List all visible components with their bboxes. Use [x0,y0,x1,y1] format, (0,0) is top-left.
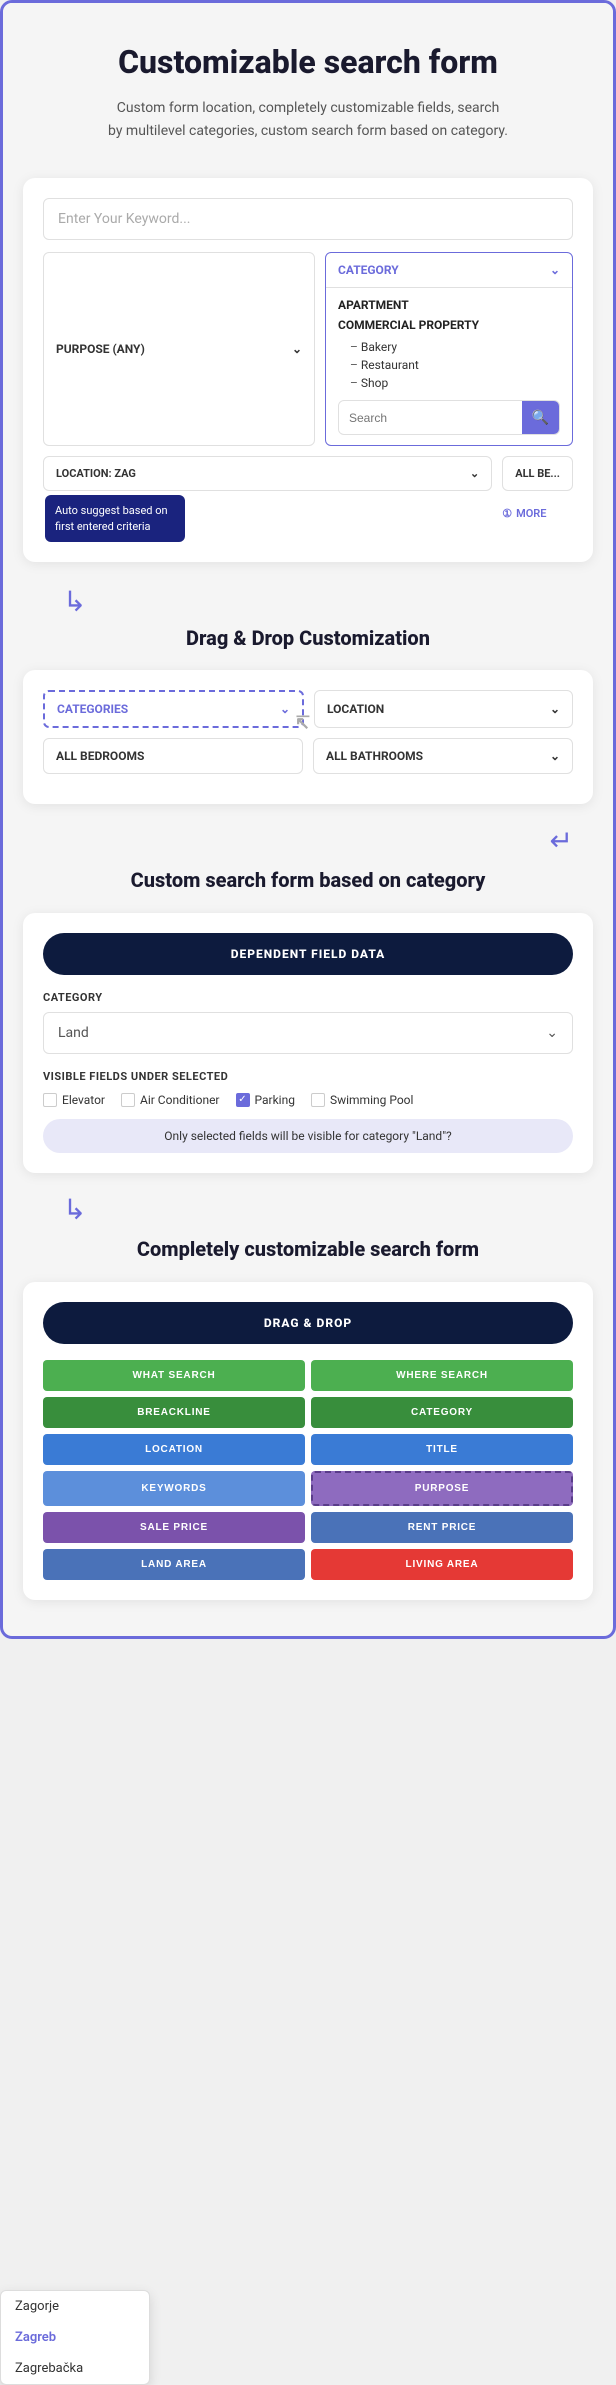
checkbox-row: Elevator Air Conditioner ✓ Parking Swimm… [43,1093,573,1107]
swimming-checkbox-item[interactable]: Swimming Pool [311,1093,413,1107]
arrow-curve-1: ↵ [3,820,613,857]
elevator-checkbox[interactable] [43,1093,57,1107]
all-bedrooms-box[interactable]: ALL BEDROOMS [43,738,303,774]
category-btn[interactable]: CATEGORY [311,1397,573,1428]
category-label: CATEGORY [338,263,399,277]
category-dropdown[interactable]: CATEGORY ⌄ APARTMENT COMMERCIAL PROPERTY… [325,252,573,446]
what-search-btn[interactable]: WHAT SEARCH [43,1360,305,1391]
cursor-icon: ↸ [295,713,310,734]
hero-description: Custom form location, completely customi… [108,97,508,142]
purpose-category-row: PURPOSE (ANY) ⌄ CATEGORY ⌄ APARTMENT COM… [43,252,573,446]
dependent-field-card: DEPENDENT FIELD DATA CATEGORY Land ⌄ VIS… [23,913,593,1173]
all-bathrooms-label: ALL BATHROOMS [326,749,423,763]
aircond-checkbox-item[interactable]: Air Conditioner [121,1093,220,1107]
restaurant-item[interactable]: Restaurant [338,356,560,374]
dependent-field-btn[interactable]: DEPENDENT FIELD DATA [43,933,573,975]
chevron-down-icon-dnd2: ⌄ [550,702,560,716]
elevator-label: Elevator [62,1093,105,1107]
autosuggest-tooltip: Auto suggest based on first entered crit… [45,495,185,542]
parking-label: Parking [255,1093,295,1107]
search-form-card: Enter Your Keyword... PURPOSE (ANY) ⌄ CA… [23,178,593,562]
categories-dashed-box[interactable]: CATEGORIES ⌄ ↸ [43,690,304,728]
section2-title: Custom search form based on category [3,857,613,897]
aircond-label: Air Conditioner [140,1093,220,1107]
circle-icon: ① [502,507,512,520]
section3-title: Completely customizable search form [3,1226,613,1266]
location-select[interactable]: LOCATION: ZAG ⌄ [43,456,492,491]
hero-title: Customizable search form [33,43,583,81]
more-label: MORE [516,507,546,520]
chevron-down-icon-cat: ⌄ [550,263,560,277]
chevron-down-icon-bath: ⌄ [550,749,560,763]
rent-price-btn[interactable]: RENT PRICE [311,1512,573,1543]
category-field-label: CATEGORY [43,991,573,1004]
hero-section: Customizable search form Custom form loc… [3,3,613,162]
drag-drop-grid: WHAT SEARCH WHERE SEARCH BREACKLINE CATE… [43,1360,573,1580]
cc-card: DRAG & DROP WHAT SEARCH WHERE SEARCH BRE… [23,1282,593,1600]
category-dropdown-header: CATEGORY ⌄ [326,253,572,288]
swimming-checkbox[interactable] [311,1093,325,1107]
all-bedrooms-label: ALL BEDROOMS [56,749,144,763]
drag-drop-btn[interactable]: DRAG & DROP [43,1302,573,1344]
page-wrapper: Customizable search form Custom form loc… [0,0,616,1639]
chevron-down-icon-land: ⌄ [546,1025,558,1041]
location-dnd-label: LOCATION [327,702,384,716]
dnd-card: CATEGORIES ⌄ ↸ LOCATION ⌄ ALL BEDROOMS A… [23,670,593,804]
where-search-btn[interactable]: WHERE SEARCH [311,1360,573,1391]
land-area-btn[interactable]: LAND AREA [43,1549,305,1580]
arrow-down-1: ↳ [3,578,613,616]
category-search-input[interactable] [339,403,522,433]
location-btn[interactable]: LOCATION [43,1434,305,1465]
aircond-checkbox[interactable] [121,1093,135,1107]
living-area-btn[interactable]: LIVING AREA [311,1549,573,1580]
chevron-down-icon-loc: ⌄ [470,467,479,480]
title-btn[interactable]: TITLE [311,1434,573,1465]
all-bathrooms-box[interactable]: ALL BATHROOMS ⌄ [313,738,573,774]
location-row: LOCATION: ZAG ⌄ Zagorje Zagreb Zagrebačk… [43,456,573,542]
keywords-btn[interactable]: KEYWORDS [43,1471,305,1506]
all-bedrooms-btn[interactable]: ALL BE... [502,456,573,491]
chevron-down-icon: ⌄ [292,342,302,356]
chevron-down-icon-dnd: ⌄ [280,702,290,716]
visible-fields-label: VISIBLE FIELDS UNDER SELECTED [43,1070,573,1083]
location-solid-box[interactable]: LOCATION ⌄ [314,690,573,728]
purpose-btn[interactable]: PURPOSE [311,1471,573,1506]
elevator-checkbox-item[interactable]: Elevator [43,1093,105,1107]
sale-price-btn[interactable]: SALE PRICE [43,1512,305,1543]
category-search-button[interactable]: 🔍 [522,401,559,434]
shop-item[interactable]: Shop [338,374,560,392]
keyword-input[interactable]: Enter Your Keyword... [43,198,573,240]
land-value: Land [58,1025,89,1041]
bedrooms-more-col: ALL BE... ① MORE [502,456,573,530]
section2-title-text: Custom search form based on category [131,868,486,892]
categories-label: CATEGORIES [57,702,128,716]
land-select[interactable]: Land ⌄ [43,1012,573,1054]
parking-checkbox[interactable]: ✓ [236,1093,250,1107]
apartment-category[interactable]: APARTMENT [338,298,560,312]
location-label: LOCATION: ZAG [56,467,136,480]
purpose-label: PURPOSE (ANY) [56,342,145,356]
category-search-box: 🔍 [338,400,560,435]
dnd-row-2: ALL BEDROOMS ALL BATHROOMS ⌄ [43,738,573,774]
bakery-item[interactable]: Bakery [338,338,560,356]
purpose-select[interactable]: PURPOSE (ANY) ⌄ [43,252,315,446]
dnd-row-1: CATEGORIES ⌄ ↸ LOCATION ⌄ [43,690,573,728]
arrow-curve-2: ↳ [3,1189,613,1226]
more-button[interactable]: ① MORE [502,497,573,530]
section3-title-text: Completely customizable search form [137,1237,479,1261]
breackline-btn[interactable]: BREACKLINE [43,1397,305,1428]
section1-title: Drag & Drop Customization [3,616,613,654]
parking-checkbox-item[interactable]: ✓ Parking [236,1093,295,1107]
category-dropdown-body: APARTMENT COMMERCIAL PROPERTY Bakery Res… [326,288,572,445]
commercial-category[interactable]: COMMERCIAL PROPERTY [338,318,560,332]
swimming-label: Swimming Pool [330,1093,413,1107]
info-bubble: Only selected fields will be visible for… [43,1119,573,1153]
location-wrap: LOCATION: ZAG ⌄ Zagorje Zagreb Zagrebačk… [43,456,492,542]
